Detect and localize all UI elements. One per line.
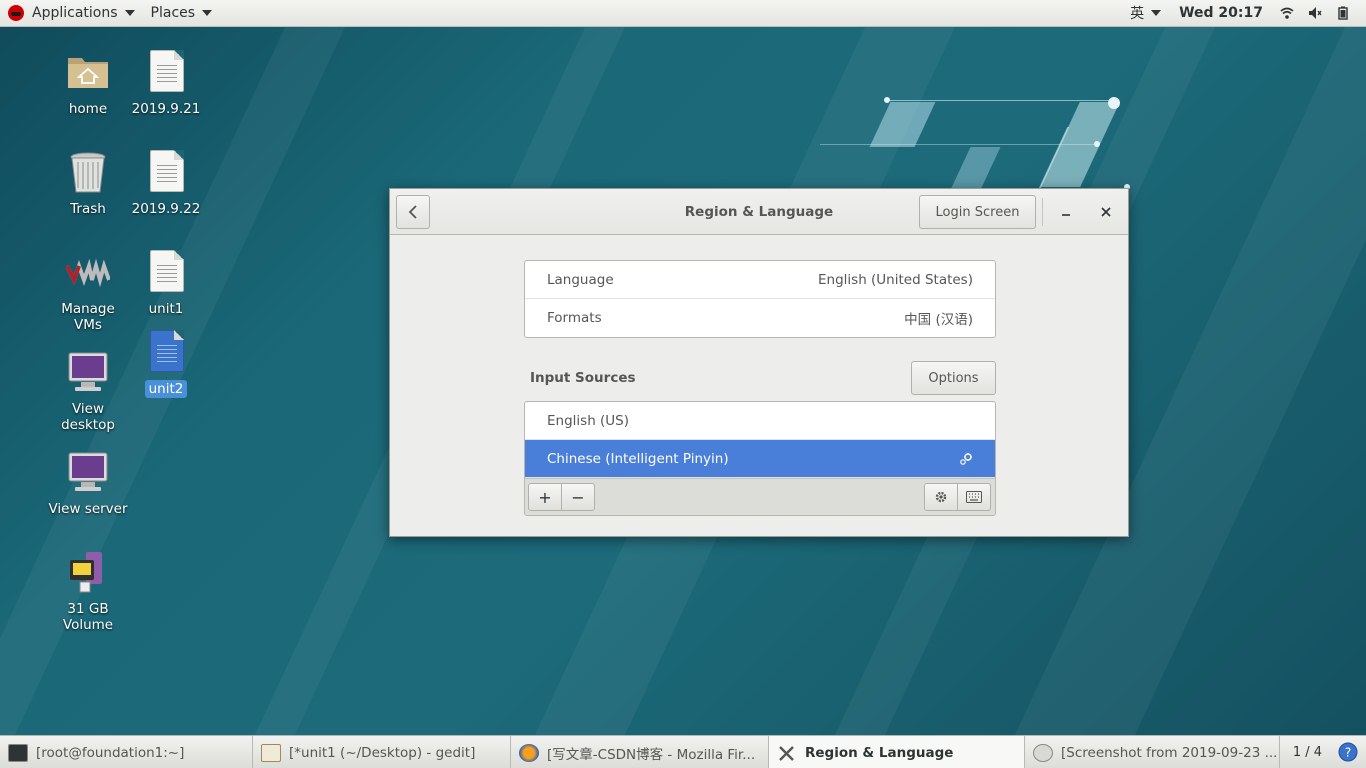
places-label: Places: [150, 5, 196, 21]
input-sources-list: English (US) Chinese (Intelligent Pinyin…: [524, 401, 996, 516]
monitor-icon: [66, 450, 110, 494]
input-method-menu[interactable]: 英: [1122, 0, 1169, 27]
chevron-down-icon: [124, 10, 135, 16]
text-editor-icon: [261, 743, 281, 762]
wifi-icon[interactable]: [1280, 6, 1294, 20]
remove-input-source-button[interactable]: −: [561, 483, 595, 511]
input-source-label: Chinese (Intelligent Pinyin): [547, 450, 729, 467]
virt-manager-icon: [65, 250, 111, 294]
settings-gears-icon[interactable]: [959, 452, 973, 466]
desktop-icon-label: Trash: [70, 201, 106, 217]
svg-text:?: ?: [1345, 746, 1351, 760]
terminal-icon: [8, 743, 28, 762]
desktop-icon-label: 2019.9.21: [131, 101, 201, 117]
input-sources-heading: Input Sources: [530, 370, 636, 386]
task-label: [root@foundation1:~]: [36, 744, 185, 761]
redhat-logo-icon: [8, 5, 24, 21]
desktop-icon-view-server[interactable]: View server: [43, 450, 133, 518]
taskbar: [root@foundation1:~] [*unit1 (~/Desktop)…: [0, 735, 1366, 768]
desktop-icon-trash[interactable]: Trash: [43, 150, 133, 218]
language-value: English (United States): [818, 271, 973, 288]
language-row[interactable]: Language English (United States): [525, 261, 995, 299]
top-bar: Applications Places 英 Wed 20:17: [0, 0, 1366, 27]
desktop-icon-label: 2019.9.22: [131, 201, 201, 217]
text-file-icon: [144, 150, 188, 194]
workspace-pager[interactable]: 1 / 4 ?: [1285, 736, 1366, 768]
task-firefox[interactable]: [写文章-CSDN博客 - Mozilla Fir...: [511, 736, 769, 768]
minimize-icon: [1062, 214, 1070, 216]
trash-icon: [66, 150, 110, 194]
login-screen-button[interactable]: Login Screen: [919, 195, 1036, 229]
chevron-down-icon: [202, 10, 213, 16]
region-language-window: Region & Language Login Screen Language …: [389, 188, 1129, 537]
header-separator: [1042, 198, 1043, 226]
text-file-icon: [144, 50, 188, 94]
input-method-label: 英: [1130, 6, 1145, 22]
desktop-icon-label: unit2: [144, 380, 188, 398]
input-sources-toolbar: + −: [525, 478, 995, 515]
window-header: Region & Language Login Screen: [390, 189, 1128, 235]
keyboard-layout-button[interactable]: [957, 483, 991, 511]
desktop-icon-view-desktop[interactable]: View desktop: [43, 350, 133, 434]
desktop-icon-2019-9-22[interactable]: 2019.9.22: [121, 150, 211, 218]
desktop-icon-home[interactable]: home: [43, 50, 133, 118]
volume-muted-icon[interactable]: [1308, 6, 1322, 20]
formats-value: 中国 (汉语): [904, 312, 973, 328]
input-source-item[interactable]: English (US): [525, 402, 995, 440]
desktop-icon-label: View server: [48, 501, 128, 517]
task-region-language[interactable]: Region & Language: [769, 736, 1025, 768]
monitor-icon: [66, 350, 110, 394]
keyboard-icon: [966, 491, 982, 503]
desktop-icon-unit1[interactable]: unit1: [121, 250, 211, 318]
input-source-label: English (US): [547, 412, 630, 429]
desktop-icon-unit2[interactable]: unit2: [121, 330, 211, 398]
desktop-icon-manage-vms[interactable]: Manage VMs: [43, 250, 133, 334]
desktop-icon-label: 31 GB Volume: [62, 601, 114, 633]
chevron-down-icon: [1151, 10, 1162, 16]
formats-label: Formats: [547, 310, 602, 326]
desktop-icon-label: Manage VMs: [61, 301, 115, 333]
task-terminal[interactable]: [root@foundation1:~]: [0, 736, 253, 768]
screenshot-icon: [1033, 743, 1053, 762]
usb-drive-icon: [66, 550, 110, 594]
add-input-source-button[interactable]: +: [528, 483, 562, 511]
task-label: [*unit1 (~/Desktop) - gedit]: [289, 744, 476, 761]
applications-menu[interactable]: Applications: [0, 0, 143, 27]
options-button[interactable]: Options: [911, 361, 996, 395]
language-label: Language: [547, 271, 614, 288]
help-icon[interactable]: ?: [1338, 742, 1358, 762]
minimize-button[interactable]: [1056, 202, 1076, 222]
desktop-icon-label: unit1: [148, 301, 184, 317]
text-file-icon: [144, 250, 188, 294]
desktop-icon-label: View desktop: [61, 401, 115, 433]
formats-row[interactable]: Formats 中国 (汉语): [525, 299, 995, 337]
tools-icon: [779, 745, 794, 761]
close-button[interactable]: [1096, 202, 1116, 222]
desktop-icon-label: home: [68, 101, 108, 117]
desktop-icon-31gb-volume[interactable]: 31 GB Volume: [43, 550, 133, 634]
gear-icon: [935, 491, 947, 503]
battery-icon[interactable]: [1336, 6, 1350, 20]
desktop-icon-2019-9-21[interactable]: 2019.9.21: [121, 50, 211, 118]
language-formats-list: Language English (United States) Formats…: [524, 260, 996, 338]
text-file-icon: [144, 330, 188, 374]
close-icon: [1101, 207, 1111, 217]
home-folder-icon: [66, 50, 110, 94]
task-label: Region & Language: [805, 744, 954, 761]
input-source-settings-button[interactable]: [924, 483, 958, 511]
places-menu[interactable]: Places: [143, 0, 221, 27]
workspace-pager-label: 1 / 4: [1292, 744, 1322, 760]
input-source-item[interactable]: Chinese (Intelligent Pinyin): [525, 440, 995, 478]
task-label: [Screenshot from 2019-09-23 ...: [1061, 744, 1278, 761]
firefox-icon: [519, 743, 539, 762]
task-label: [写文章-CSDN博客 - Mozilla Fir...: [547, 746, 756, 763]
task-screenshot[interactable]: [Screenshot from 2019-09-23 ...: [1025, 736, 1280, 768]
task-gedit[interactable]: [*unit1 (~/Desktop) - gedit]: [253, 736, 511, 768]
clock[interactable]: Wed 20:17: [1169, 5, 1273, 21]
applications-label: Applications: [32, 5, 118, 21]
